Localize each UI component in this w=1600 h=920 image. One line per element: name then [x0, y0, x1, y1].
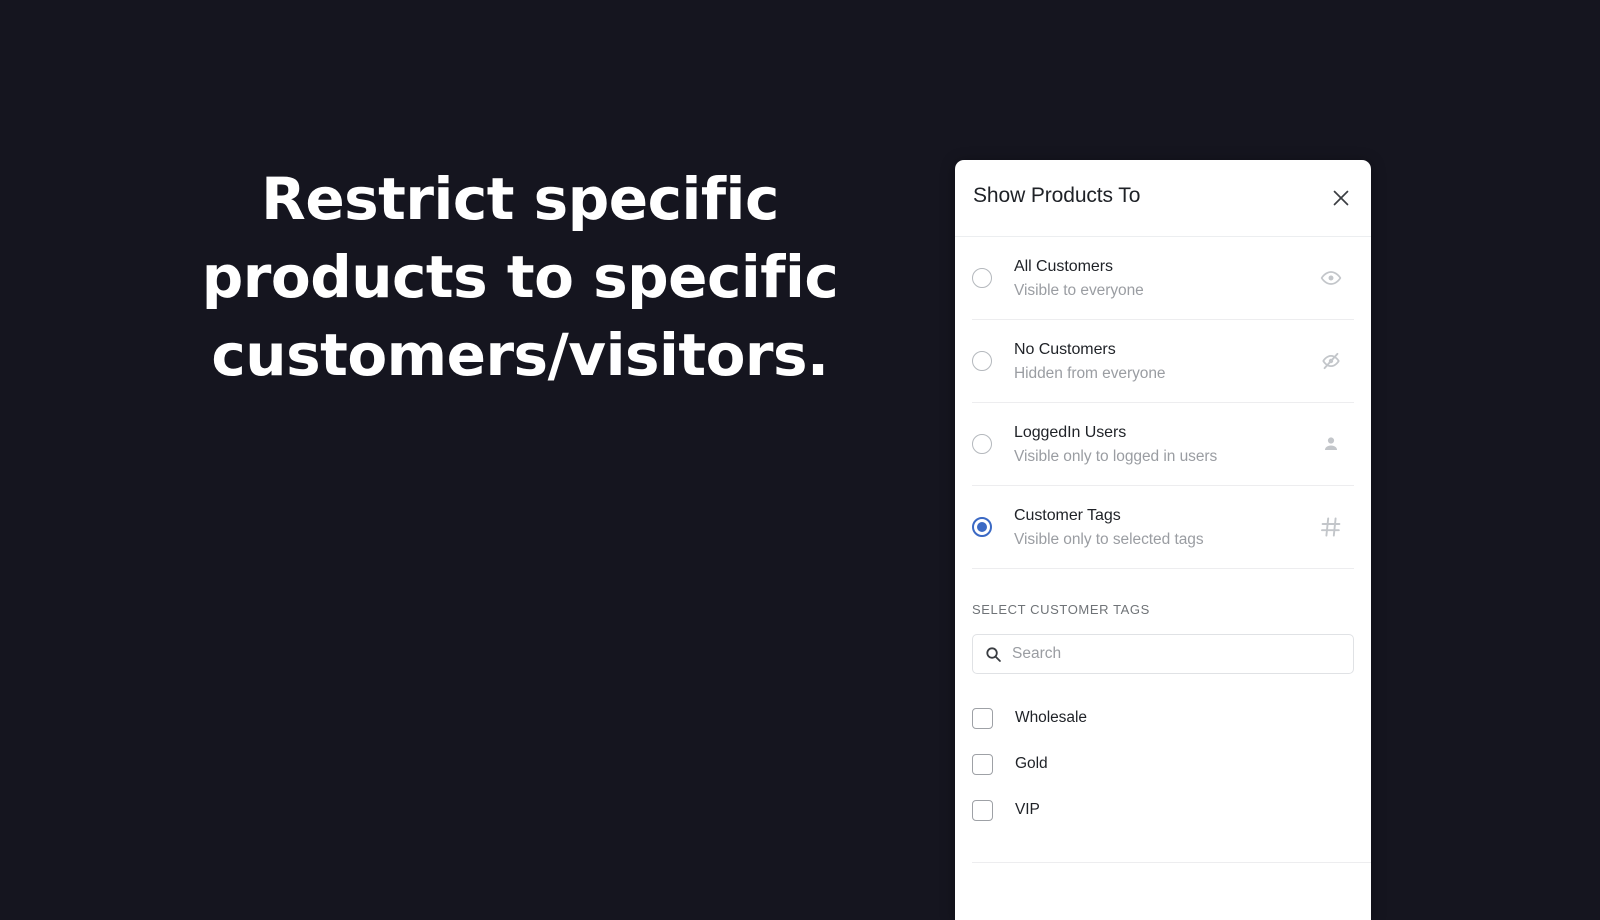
tag-row-gold[interactable]: Gold: [972, 741, 1354, 787]
person-icon: [1316, 429, 1346, 459]
visibility-options: All Customers Visible to everyone No Cus…: [955, 237, 1371, 569]
show-products-to-modal: Show Products To All Customers Visible t…: [955, 160, 1371, 920]
option-all-customers[interactable]: All Customers Visible to everyone: [972, 237, 1354, 320]
footer-divider: [972, 862, 1371, 863]
tag-label: Gold: [1015, 755, 1048, 772]
option-label: All Customers: [1014, 257, 1113, 275]
radio-loggedin-users[interactable]: [972, 434, 992, 454]
close-icon: [1331, 188, 1351, 208]
headline-line-1: Restrict specific: [261, 165, 779, 233]
close-button[interactable]: [1325, 182, 1357, 214]
option-no-customers[interactable]: No Customers Hidden from everyone: [972, 320, 1354, 403]
tag-row-vip[interactable]: VIP: [972, 787, 1354, 833]
page-title: Restrict specific products to specific c…: [150, 160, 890, 394]
radio-all-customers[interactable]: [972, 268, 992, 288]
checkbox-wholesale[interactable]: [972, 707, 993, 729]
checkbox-vip[interactable]: [972, 799, 993, 821]
eye-off-icon: [1316, 346, 1346, 376]
hash-icon: [1316, 512, 1346, 542]
eye-icon: [1316, 263, 1346, 293]
option-text-group: No Customers Hidden from everyone: [1014, 338, 1316, 385]
tag-label: Wholesale: [1015, 709, 1087, 726]
checkbox-gold[interactable]: [972, 753, 993, 775]
search-icon: [985, 646, 1002, 663]
option-text-group: Customer Tags Visible only to selected t…: [1014, 504, 1316, 551]
section-label-select-customer-tags: SELECT CUSTOMER TAGS: [972, 602, 1150, 617]
radio-customer-tags[interactable]: [972, 517, 992, 537]
option-customer-tags[interactable]: Customer Tags Visible only to selected t…: [972, 486, 1354, 569]
option-label: Customer Tags: [1014, 506, 1121, 524]
option-text-group: LoggedIn Users Visible only to logged in…: [1014, 421, 1316, 468]
option-label: No Customers: [1014, 340, 1116, 358]
option-loggedin-users[interactable]: LoggedIn Users Visible only to logged in…: [972, 403, 1354, 486]
radio-no-customers[interactable]: [972, 351, 992, 371]
option-description: Hidden from everyone: [1014, 364, 1166, 382]
tag-row-wholesale[interactable]: Wholesale: [972, 695, 1354, 741]
headline-line-3: customers/visitors.: [211, 321, 829, 389]
option-description: Visible to everyone: [1014, 281, 1144, 299]
customer-tags-section: SELECT CUSTOMER TAGS Wholesale Go: [955, 602, 1371, 833]
option-description: Visible only to logged in users: [1014, 447, 1218, 465]
modal-header: Show Products To: [955, 160, 1371, 237]
screen: Restrict specific products to specific c…: [0, 0, 1600, 920]
option-label: LoggedIn Users: [1014, 423, 1127, 441]
tag-search-box[interactable]: [972, 634, 1354, 674]
tag-list: Wholesale Gold VIP: [972, 695, 1354, 833]
option-text-group: All Customers Visible to everyone: [1014, 255, 1316, 302]
modal-title: Show Products To: [973, 184, 1141, 207]
tag-label: VIP: [1015, 801, 1040, 818]
option-description: Visible only to selected tags: [1014, 530, 1204, 548]
headline-line-2: products to specific: [201, 243, 839, 311]
search-input[interactable]: [1012, 645, 1341, 663]
